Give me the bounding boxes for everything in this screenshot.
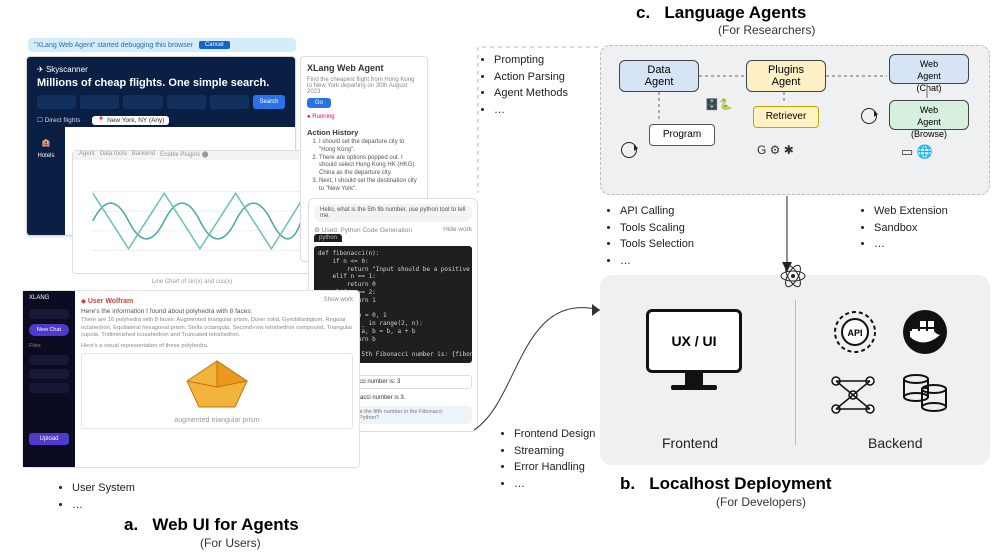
monitor-icon: UX / UI (646, 309, 742, 390)
language-agents-panel: Data Agent Plugins Agent Web Agent (Chat… (600, 45, 990, 195)
section-a-audience: (For Users) (200, 536, 261, 550)
show-work-toggle[interactable]: Show work (324, 297, 353, 303)
section-c-letter: c. (636, 3, 650, 22)
banner-cancel-button[interactable]: Cancel (199, 41, 230, 49)
curve-a-to-b (430, 230, 630, 440)
docker-icon (900, 307, 950, 357)
bullets-user-system: User System … (58, 480, 135, 513)
api-gear-icon: API (830, 307, 880, 357)
section-c-title: Language Agents (664, 3, 806, 22)
svg-text:API: API (847, 328, 862, 338)
section-a-title: Web UI for Agents (152, 515, 298, 534)
localhost-panel: UX / UI Frontend Backend API (600, 275, 990, 465)
section-b-audience: (For Developers) (716, 495, 806, 509)
frontend-label: Frontend (662, 435, 718, 451)
dash-left-of-c (470, 43, 600, 203)
sidebar: XLANG New Chat Files Upload (23, 291, 75, 467)
section-b-letter: b. (620, 474, 635, 493)
debug-banner: "XLang Web Agent" started debugging this… (28, 38, 296, 52)
section-c-audience: (For Researchers) (718, 23, 815, 37)
xlang-go-button[interactable]: Go (307, 98, 331, 108)
db-stack-icon (900, 371, 950, 419)
bullets-webext: Web Extension Sandbox … (860, 203, 948, 253)
sky-headline: Millions of cheap flights. One simple se… (37, 77, 285, 89)
section-b-title: Localhost Deployment (649, 474, 831, 493)
react-atom-icon (778, 261, 808, 291)
sky-search-button[interactable]: Search (253, 95, 285, 109)
upload-button[interactable]: Upload (29, 433, 69, 445)
prism-icon (175, 357, 259, 413)
wolfram-panel: XLANG New Chat Files Upload ◆ User Wolfr… (22, 290, 360, 468)
backend-label: Backend (868, 435, 922, 451)
section-a-letter: a. (124, 515, 138, 534)
network-icon (826, 371, 880, 419)
lang-connectors (601, 46, 989, 194)
sine-chart (73, 160, 311, 282)
new-chat-button[interactable]: New Chat (29, 324, 69, 336)
chart-panel: AgentData toolsBackendEnable Plugins ⬤ L… (72, 150, 312, 274)
